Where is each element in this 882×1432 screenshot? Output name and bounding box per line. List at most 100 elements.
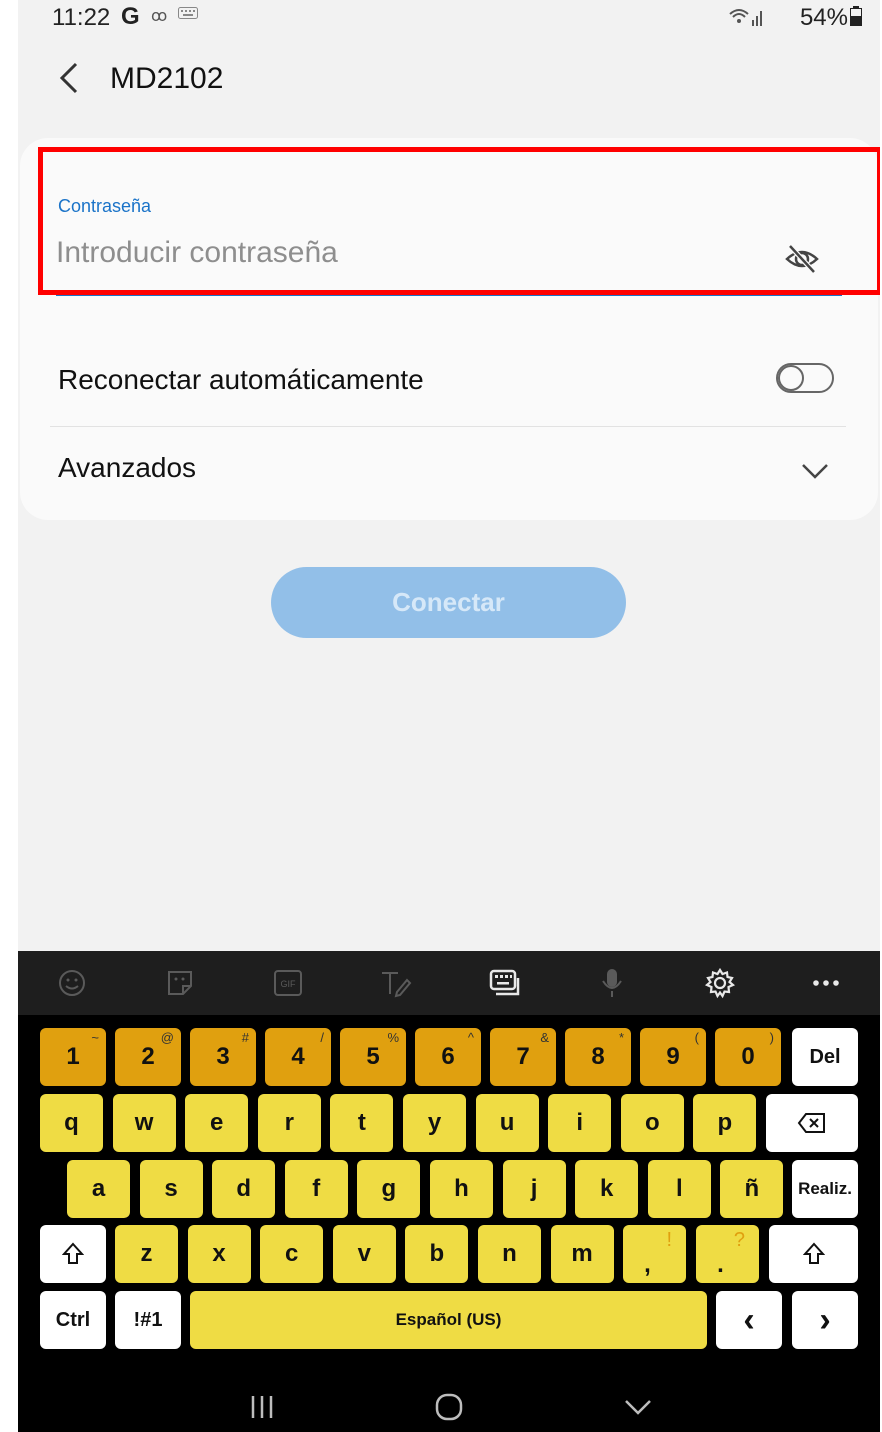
key-i-label: i bbox=[576, 1109, 584, 1136]
key-ñ[interactable]: ñ bbox=[720, 1160, 784, 1218]
key-7-alt-label: & bbox=[540, 1030, 549, 1045]
key-j[interactable]: j bbox=[502, 1160, 566, 1218]
key-g[interactable]: g bbox=[357, 1160, 421, 1218]
space-key[interactable]: Español (US) bbox=[190, 1291, 707, 1349]
symbols-key[interactable]: !#1 bbox=[115, 1291, 181, 1349]
key-7[interactable]: 7 & bbox=[490, 1028, 556, 1086]
back-button[interactable] bbox=[54, 58, 84, 98]
emoji-icon[interactable] bbox=[52, 963, 92, 1003]
key-t[interactable]: t bbox=[330, 1094, 394, 1152]
key-x[interactable]: x bbox=[187, 1225, 251, 1283]
key-q[interactable]: q bbox=[40, 1094, 103, 1152]
connect-button[interactable]: Conectar bbox=[271, 567, 626, 638]
handwriting-icon[interactable] bbox=[376, 963, 416, 1003]
key-u[interactable]: u bbox=[475, 1094, 539, 1152]
key-7-label: 7 bbox=[516, 1043, 530, 1070]
ctrl-key-label: Ctrl bbox=[55, 1308, 91, 1331]
key-m[interactable]: m bbox=[550, 1225, 614, 1283]
left-arrow-key[interactable]: ‹ bbox=[716, 1291, 782, 1349]
key-z[interactable]: z bbox=[115, 1225, 178, 1283]
hide-keyboard-button[interactable] bbox=[608, 1387, 668, 1427]
key-9[interactable]: 9( bbox=[640, 1028, 706, 1086]
key-b-label: b bbox=[429, 1240, 445, 1267]
wifi-settings-card: Contraseña Reconectar automáticamente Av… bbox=[20, 138, 878, 520]
keyboard-icon[interactable] bbox=[484, 963, 524, 1003]
recents-button[interactable] bbox=[232, 1387, 292, 1427]
del-key[interactable]: Del bbox=[792, 1028, 858, 1086]
key-k-label: k bbox=[600, 1175, 614, 1202]
key-v[interactable]: v bbox=[332, 1225, 396, 1283]
key-r[interactable]: r bbox=[257, 1094, 321, 1152]
auto-reconnect-row[interactable]: Reconectar automáticamente bbox=[50, 338, 850, 424]
shift-left-key[interactable] bbox=[40, 1225, 106, 1283]
password-underline bbox=[56, 294, 842, 296]
key-o[interactable]: o bbox=[620, 1094, 684, 1152]
sticker-icon[interactable] bbox=[160, 963, 200, 1003]
key-a[interactable]: a bbox=[67, 1160, 130, 1218]
advanced-row[interactable]: Avanzados bbox=[50, 430, 850, 510]
key-m-label: m bbox=[571, 1240, 593, 1267]
toggle-knob bbox=[778, 365, 804, 391]
ctrl-key[interactable]: Ctrl bbox=[40, 1291, 106, 1349]
key-6[interactable]: 6 ^ bbox=[415, 1028, 481, 1086]
key-4[interactable]: 4/ bbox=[265, 1028, 331, 1086]
password-label: Contraseña bbox=[58, 196, 152, 216]
chevron-left-icon bbox=[59, 62, 78, 94]
key-c[interactable]: c bbox=[260, 1225, 324, 1283]
auto-reconnect-label: Reconectar automáticamente bbox=[58, 364, 424, 395]
auto-reconnect-toggle[interactable] bbox=[776, 363, 834, 393]
backspace-key[interactable] bbox=[766, 1094, 858, 1152]
google-icon: G bbox=[121, 3, 140, 30]
period-key[interactable]: .? bbox=[696, 1225, 759, 1283]
left-arrow-key-label: ‹ bbox=[743, 1300, 755, 1339]
gear-icon[interactable] bbox=[700, 963, 740, 1003]
key-e-label: e bbox=[210, 1109, 224, 1136]
home-button[interactable] bbox=[419, 1387, 479, 1427]
page-title: MD2102 bbox=[110, 62, 224, 95]
key-b[interactable]: b bbox=[405, 1225, 469, 1283]
key-y[interactable]: y bbox=[403, 1094, 466, 1152]
key-l[interactable]: l bbox=[647, 1160, 711, 1218]
done-key[interactable]: Realiz. bbox=[792, 1160, 858, 1218]
key-w[interactable]: w bbox=[112, 1094, 176, 1152]
eye-off-icon[interactable] bbox=[784, 241, 820, 277]
shift-icon bbox=[62, 1242, 84, 1264]
key-2[interactable]: 2 @ bbox=[115, 1028, 181, 1086]
key-k[interactable]: k bbox=[575, 1160, 639, 1218]
backspace-icon bbox=[797, 1113, 825, 1133]
key-l-label: l bbox=[675, 1175, 683, 1202]
key-e[interactable]: e bbox=[185, 1094, 249, 1152]
key-n[interactable]: n bbox=[478, 1225, 541, 1283]
divider bbox=[50, 426, 846, 427]
period-key-alt-label: ? bbox=[733, 1229, 745, 1251]
key-8-alt-label: * bbox=[618, 1030, 624, 1045]
key-s[interactable]: s bbox=[139, 1160, 203, 1218]
key-9-alt-label: ( bbox=[694, 1030, 699, 1045]
key-f[interactable]: f bbox=[284, 1160, 348, 1218]
password-input[interactable] bbox=[56, 232, 776, 274]
gif-icon[interactable]: GIF bbox=[268, 963, 308, 1003]
key-i[interactable]: i bbox=[548, 1094, 612, 1152]
key-f-label: f bbox=[312, 1175, 321, 1202]
key-d[interactable]: d bbox=[212, 1160, 276, 1218]
space-key-label: Español (US) bbox=[395, 1310, 502, 1329]
microphone-icon[interactable] bbox=[592, 963, 632, 1003]
key-9-label: 9 bbox=[666, 1043, 680, 1070]
key-z-label: z bbox=[140, 1240, 153, 1267]
key-1[interactable]: 1 ~ bbox=[40, 1028, 106, 1086]
key-0[interactable]: 0) bbox=[715, 1028, 781, 1086]
key-5[interactable]: 5% bbox=[340, 1028, 406, 1086]
more-icon[interactable] bbox=[806, 963, 846, 1003]
comma-key[interactable]: ,! bbox=[623, 1225, 686, 1283]
shift-right-key[interactable] bbox=[769, 1225, 858, 1283]
app-header: MD2102 bbox=[18, 48, 880, 112]
key-5-alt-label: % bbox=[387, 1030, 399, 1045]
key-d-label: d bbox=[236, 1175, 252, 1202]
key-8[interactable]: 8 * bbox=[565, 1028, 631, 1086]
key-p[interactable]: p bbox=[693, 1094, 757, 1152]
right-arrow-key[interactable]: › bbox=[792, 1291, 858, 1349]
key-3-alt-label: # bbox=[241, 1030, 249, 1045]
key-h[interactable]: h bbox=[430, 1160, 493, 1218]
key-3[interactable]: 3 # bbox=[190, 1028, 256, 1086]
key-8-label: 8 bbox=[591, 1043, 605, 1070]
